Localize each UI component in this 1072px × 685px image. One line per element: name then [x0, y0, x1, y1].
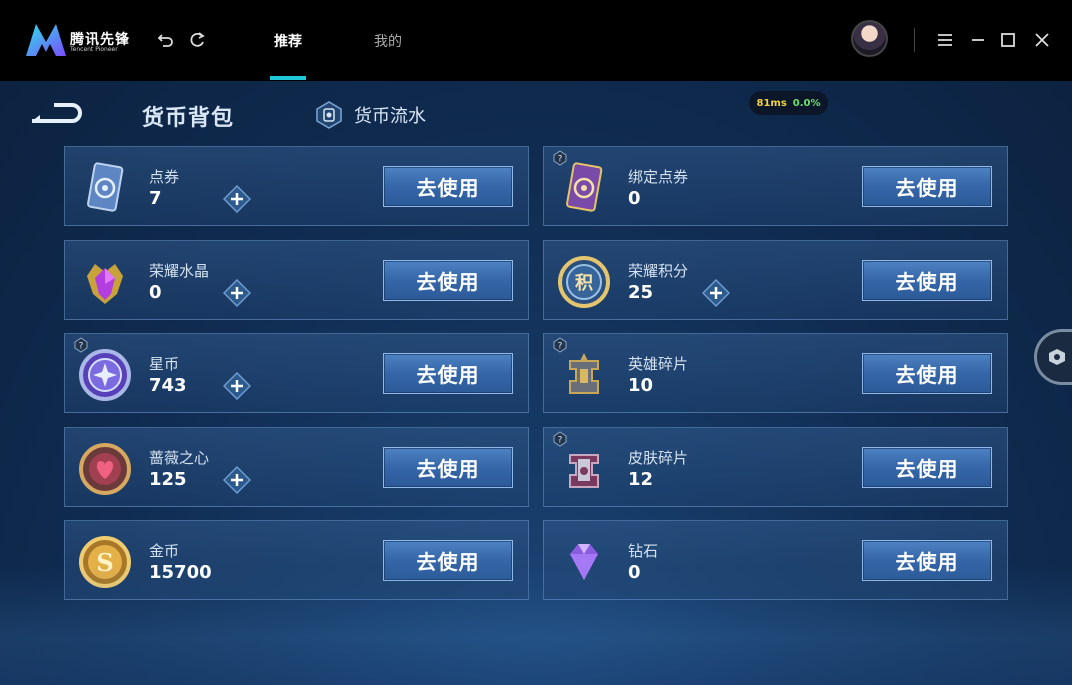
hexagon-icon — [1049, 349, 1065, 365]
use-button[interactable]: 去使用 — [862, 166, 992, 207]
glory-crystal-icon — [77, 254, 133, 310]
currency-card: 蔷薇之心 125 去使用 — [64, 426, 529, 507]
currency-value: 0 — [628, 188, 641, 209]
currency-name: 皮肤碎片 — [628, 448, 689, 467]
back-arrow-icon[interactable] — [28, 101, 84, 127]
app-logo-subtext: Tencent Pioneer — [70, 46, 118, 53]
add-currency-button[interactable] — [222, 184, 252, 214]
rose-heart-icon — [77, 441, 133, 497]
currency-name: 绑定点券 — [628, 168, 689, 186]
currency-card: ? 绑定点券 0 去使用 — [543, 146, 1008, 226]
currency-flow-link[interactable]: 货币流水 — [314, 100, 426, 130]
network-ping-badge: 81ms 0.0% — [749, 91, 828, 115]
currency-card: S 金币 15700 去使用 — [64, 520, 529, 600]
currency-value: 7 — [149, 188, 162, 209]
currency-card: ? 英雄碎片 10 去使用 — [543, 333, 1008, 413]
add-currency-button[interactable] — [701, 278, 731, 307]
use-button[interactable]: 去使用 — [862, 446, 992, 488]
currency-name: 荣耀水晶 — [149, 261, 210, 280]
currency-name: 钻石 — [628, 542, 659, 560]
currency-name: 星币 — [149, 355, 180, 373]
gold-coin-icon: S — [77, 534, 133, 590]
tab-recommend[interactable]: 推荐 — [274, 31, 302, 51]
currency-card: 钻石 0 去使用 — [543, 520, 1008, 600]
skin-fragment-icon — [556, 441, 612, 497]
use-button[interactable]: 去使用 — [383, 540, 513, 581]
currency-name: 蔷薇之心 — [149, 448, 210, 467]
currency-card: 荣耀水晶 0 去使用 — [64, 239, 529, 320]
currency-name: 英雄碎片 — [628, 355, 689, 373]
currency-flow-icon — [316, 101, 342, 129]
currency-flow-label: 货币流水 — [354, 106, 426, 127]
active-tab-indicator — [270, 76, 306, 80]
menu-icon[interactable] — [935, 30, 955, 50]
title-bar: 腾讯先锋 Tencent Pioneer 推荐 我的 — [0, 0, 1072, 81]
ping-ms: 81ms — [756, 97, 787, 109]
add-currency-button[interactable] — [222, 371, 252, 401]
use-button[interactable]: 去使用 — [862, 540, 992, 581]
maximize-icon[interactable] — [998, 30, 1018, 50]
packet-loss: 0.0% — [792, 97, 821, 109]
currency-value: 125 — [149, 468, 187, 490]
add-currency-button[interactable] — [222, 465, 252, 494]
refresh-icon[interactable] — [187, 30, 207, 50]
use-button[interactable]: 去使用 — [383, 166, 513, 207]
close-icon[interactable] — [1032, 30, 1052, 50]
tab-mine[interactable]: 我的 — [374, 31, 402, 51]
svg-text:S: S — [96, 548, 113, 577]
currency-card: 积 荣耀积分 25 去使用 — [543, 239, 1008, 320]
diamond-icon — [556, 534, 612, 590]
currency-card: ? 星币 743 去使用 — [64, 333, 529, 413]
glory-points-icon: 积 — [556, 254, 612, 310]
divider — [914, 28, 915, 52]
svg-text:积: 积 — [575, 273, 593, 294]
use-button[interactable]: 去使用 — [383, 259, 513, 301]
currency-value: 12 — [628, 468, 654, 490]
use-button[interactable]: 去使用 — [383, 446, 513, 488]
currency-card: ? 皮肤碎片 12 去使用 — [543, 426, 1008, 507]
minimize-icon[interactable] — [968, 30, 988, 50]
undo-icon[interactable] — [156, 30, 176, 50]
currency-backpack-panel: 货币背包 货币流水 81ms 0.0% 点券 7 去使用? 绑定点券 0 去使用 荣耀水晶 0… — [0, 81, 1072, 685]
side-panel-handle[interactable] — [1034, 329, 1072, 385]
hero-fragment-icon — [556, 347, 612, 403]
avatar[interactable] — [851, 20, 888, 57]
currency-value: 25 — [628, 281, 654, 303]
use-button[interactable]: 去使用 — [862, 259, 992, 301]
currency-value: 0 — [149, 281, 162, 303]
currency-name: 荣耀积分 — [628, 261, 689, 280]
bound-coupon-card-icon — [556, 160, 612, 216]
currency-name: 点券 — [149, 168, 180, 186]
coupon-card-icon — [77, 160, 133, 216]
currency-name: 金币 — [149, 542, 180, 560]
use-button[interactable]: 去使用 — [383, 353, 513, 394]
currency-value: 0 — [628, 562, 641, 583]
star-coin-icon — [77, 347, 133, 403]
add-currency-button[interactable] — [222, 278, 252, 307]
currency-value: 15700 — [149, 562, 212, 583]
currency-value: 10 — [628, 375, 654, 396]
currency-value: 743 — [149, 375, 187, 396]
currency-card: 点券 7 去使用 — [64, 146, 529, 226]
use-button[interactable]: 去使用 — [862, 353, 992, 394]
app-logo-icon — [26, 24, 66, 56]
page-title: 货币背包 — [142, 106, 235, 131]
